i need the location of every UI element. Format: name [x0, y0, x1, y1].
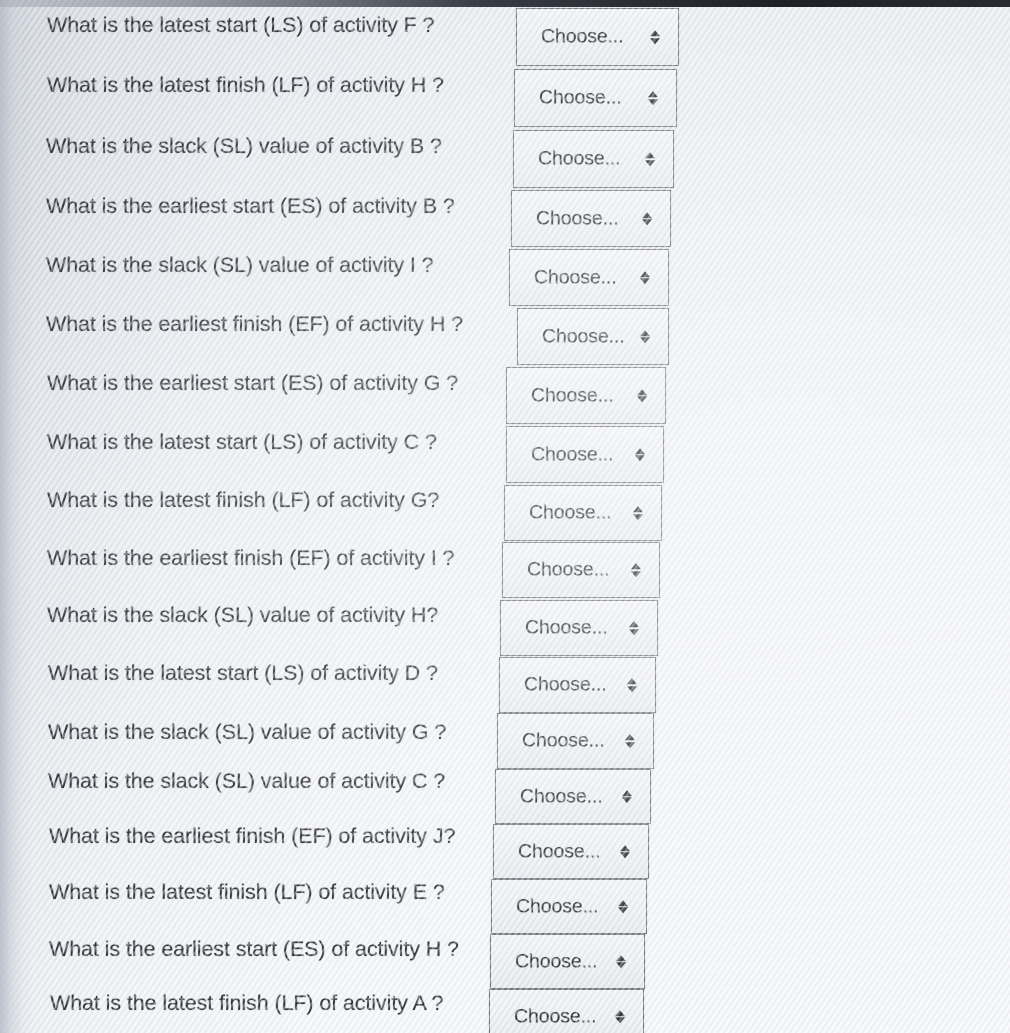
up-down-arrows-icon[interactable] [620, 844, 630, 859]
answer-select[interactable]: Choose... [506, 367, 666, 424]
up-down-arrows-icon[interactable] [625, 734, 635, 748]
answer-select[interactable]: Choose... [500, 600, 658, 656]
answer-select[interactable]: Choose... [517, 308, 669, 365]
question-label: What is the latest start (LS) of activit… [47, 430, 437, 454]
up-down-arrows-icon[interactable] [631, 563, 641, 577]
question-label: What is the earliest finish (EF) of acti… [46, 312, 463, 336]
answer-select[interactable]: Choose... [514, 69, 677, 127]
up-down-arrows-icon[interactable] [648, 91, 658, 105]
answer-select-value: Choose... [541, 25, 624, 48]
answer-select[interactable]: Choose... [495, 769, 651, 824]
answer-select[interactable]: Choose... [497, 713, 654, 769]
answer-select[interactable]: Choose... [509, 249, 669, 306]
answer-select-value: Choose... [529, 501, 612, 524]
answer-select-value: Choose... [525, 616, 608, 639]
question-label: What is the latest start (LS) of activit… [48, 661, 438, 685]
answer-select[interactable]: Choose... [489, 989, 644, 1033]
up-down-arrows-icon[interactable] [640, 329, 650, 344]
question-label: What is the earliest start (ES) of activ… [46, 194, 455, 218]
question-label: What is the earliest start (ES) of activ… [49, 937, 459, 961]
answer-select[interactable]: Choose... [504, 485, 662, 541]
question-label: What is the slack (SL) value of activity… [46, 134, 442, 158]
question-list: What is the latest start (LS) of activit… [0, 0, 1010, 1033]
answer-select[interactable]: Choose... [491, 879, 647, 934]
answer-select-value: Choose... [518, 840, 601, 862]
question-label: What is the slack (SL) value of activity… [46, 253, 434, 277]
answer-select-value: Choose... [534, 266, 617, 288]
up-down-arrows-icon[interactable] [633, 506, 643, 520]
left-edge-shadow [0, 0, 22, 1033]
answer-select-value: Choose... [527, 558, 610, 581]
answer-select[interactable]: Choose... [499, 657, 656, 713]
question-label: What is the latest finish (LF) of activi… [50, 991, 444, 1015]
up-down-arrows-icon[interactable] [645, 152, 655, 166]
answer-select-value: Choose... [514, 1005, 597, 1027]
answer-select-value: Choose... [515, 950, 598, 972]
up-down-arrows-icon[interactable] [637, 388, 647, 403]
up-down-arrows-icon[interactable] [650, 30, 660, 44]
question-label: What is the latest finish (LF) of activi… [47, 488, 440, 512]
up-down-arrows-icon[interactable] [629, 621, 639, 635]
answer-select-value: Choose... [536, 207, 619, 229]
question-label: What is the slack (SL) value of activity… [48, 769, 446, 793]
answer-select[interactable]: Choose... [511, 190, 671, 247]
up-down-arrows-icon[interactable] [615, 1009, 625, 1024]
answer-select[interactable]: Choose... [513, 130, 674, 188]
answer-select-value: Choose... [542, 325, 625, 347]
answer-select-value: Choose... [531, 443, 614, 465]
question-label: What is the slack (SL) value of activity… [48, 720, 447, 744]
answer-select-value: Choose... [539, 86, 622, 109]
answer-select-value: Choose... [531, 384, 614, 406]
question-label: What is the earliest start (ES) of activ… [47, 371, 459, 395]
up-down-arrows-icon[interactable] [640, 270, 650, 285]
quiz-screen: What is the latest start (LS) of activit… [0, 0, 1010, 1033]
question-label: What is the earliest finish (EF) of acti… [47, 546, 455, 570]
up-down-arrows-icon[interactable] [635, 447, 645, 462]
up-down-arrows-icon[interactable] [642, 211, 652, 226]
answer-select-value: Choose... [538, 147, 621, 170]
question-label: What is the earliest finish (EF) of acti… [49, 824, 456, 848]
answer-select-value: Choose... [516, 895, 599, 917]
up-down-arrows-icon[interactable] [616, 954, 626, 969]
answer-select-value: Choose... [522, 729, 605, 752]
question-label: What is the latest finish (LF) of activi… [47, 73, 444, 97]
answer-select[interactable]: Choose... [516, 8, 679, 66]
answer-select[interactable]: Choose... [502, 542, 660, 598]
answer-select-value: Choose... [524, 673, 607, 696]
up-down-arrows-icon[interactable] [622, 789, 632, 804]
answer-select-value: Choose... [520, 785, 603, 807]
question-label: What is the latest finish (LF) of activi… [49, 880, 445, 904]
answer-select[interactable]: Choose... [490, 934, 645, 989]
up-down-arrows-icon[interactable] [627, 678, 637, 692]
answer-select[interactable]: Choose... [493, 824, 649, 879]
up-down-arrows-icon[interactable] [618, 899, 628, 914]
top-dark-band [0, 0, 1010, 7]
answer-select[interactable]: Choose... [506, 426, 664, 483]
question-label: What is the slack (SL) value of activity… [47, 603, 439, 627]
question-label: What is the latest start (LS) of activit… [47, 13, 435, 37]
